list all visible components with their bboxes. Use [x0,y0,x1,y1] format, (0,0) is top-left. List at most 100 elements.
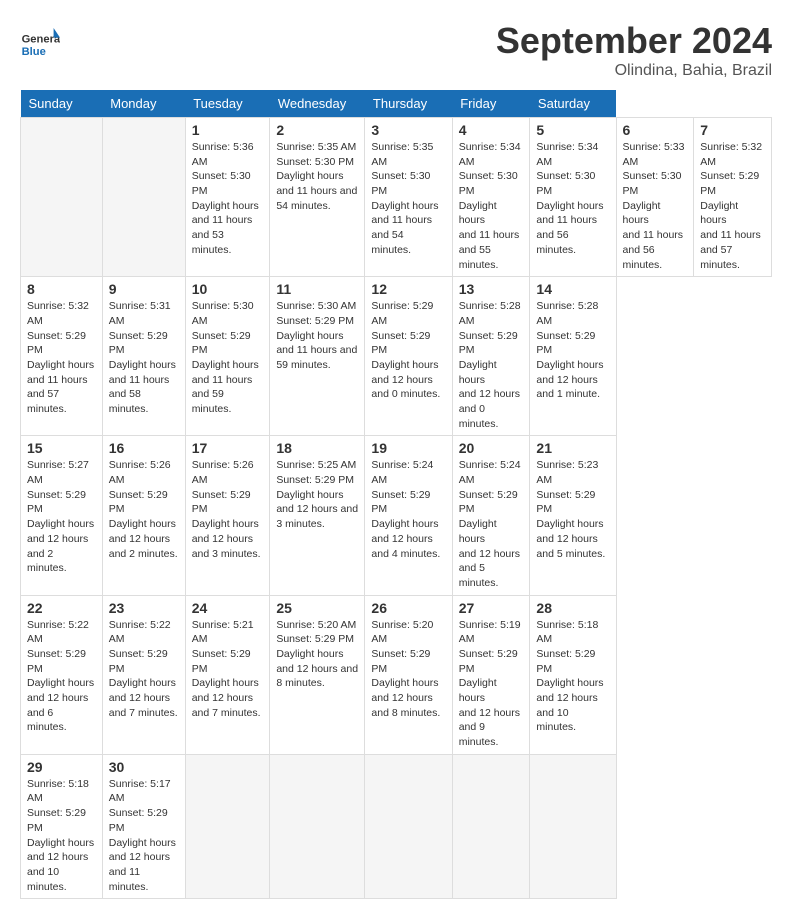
day-number: 19 [371,440,445,456]
cell-content: Sunrise: 5:35 AMSunset: 5:30 PMDaylight … [276,140,358,213]
calendar-cell [452,754,530,899]
calendar-cell: 4 Sunrise: 5:34 AMSunset: 5:30 PMDaylight… [452,118,530,277]
calendar-cell: 18 Sunrise: 5:25 AMSunset: 5:29 PMDayligh… [270,436,365,595]
calendar-cell: 29 Sunrise: 5:18 AMSunset: 5:29 PMDayligh… [21,754,103,899]
calendar-cell: 24 Sunrise: 5:21 AMSunset: 5:29 PMDayligh… [185,595,270,754]
weekday-wednesday: Wednesday [270,90,365,118]
cell-content: Sunrise: 5:18 AMSunset: 5:29 PMDaylight … [27,777,96,895]
cell-content: Sunrise: 5:26 AMSunset: 5:29 PMDaylight … [192,458,264,561]
calendar-cell: 9 Sunrise: 5:31 AMSunset: 5:29 PMDaylight… [102,277,185,436]
cell-content: Sunrise: 5:21 AMSunset: 5:29 PMDaylight … [192,618,264,721]
svg-text:Blue: Blue [22,46,46,58]
day-number: 13 [459,281,524,297]
cell-content: Sunrise: 5:34 AMSunset: 5:30 PMDaylight … [536,140,609,258]
calendar-cell: 15Sunrise: 5:27 AMSunset: 5:29 PMDayligh… [21,436,103,595]
cell-content: Sunrise: 5:20 AMSunset: 5:29 PMDaylight … [276,618,358,691]
day-number: 30 [109,759,179,775]
day-number: 24 [192,600,264,616]
cell-content: Sunrise: 5:28 AMSunset: 5:29 PMDaylight … [536,299,609,402]
logo-icon: General Blue [20,20,60,60]
calendar-week-3: 15Sunrise: 5:27 AMSunset: 5:29 PMDayligh… [21,436,772,595]
calendar-cell: 1Sunrise: 5:36 AMSunset: 5:30 PMDaylight… [185,118,270,277]
title-area: September 2024 Olindina, Bahia, Brazil [496,20,772,80]
month-title: September 2024 [496,20,772,62]
cell-content: Sunrise: 5:26 AMSunset: 5:29 PMDaylight … [109,458,179,561]
day-number: 20 [459,440,524,456]
calendar-cell: 19Sunrise: 5:24 AMSunset: 5:29 PMDayligh… [365,436,452,595]
calendar-cell: 8 Sunrise: 5:32 AMSunset: 5:29 PMDaylight… [21,277,103,436]
day-number: 9 [109,281,179,297]
calendar-week-1: 1Sunrise: 5:36 AMSunset: 5:30 PMDaylight… [21,118,772,277]
calendar-cell: 2 Sunrise: 5:35 AMSunset: 5:30 PMDaylight… [270,118,365,277]
cell-content: Sunrise: 5:29 AMSunset: 5:29 PMDaylight … [371,299,445,402]
cell-content: Sunrise: 5:25 AMSunset: 5:29 PMDaylight … [276,458,358,531]
cell-content: Sunrise: 5:24 AMSunset: 5:29 PMDaylight … [459,458,524,590]
calendar-body: 1Sunrise: 5:36 AMSunset: 5:30 PMDaylight… [21,118,772,899]
weekday-sunday: Sunday [21,90,103,118]
calendar-cell: 5 Sunrise: 5:34 AMSunset: 5:30 PMDaylight… [530,118,616,277]
cell-content: Sunrise: 5:32 AMSunset: 5:29 PMDaylight … [700,140,765,272]
day-number: 22 [27,600,96,616]
calendar-cell: 12 Sunrise: 5:29 AMSunset: 5:29 PMDayligh… [365,277,452,436]
weekday-header-row: SundayMondayTuesdayWednesdayThursdayFrid… [21,90,772,118]
day-number: 2 [276,122,358,138]
calendar-cell: 7 Sunrise: 5:32 AMSunset: 5:29 PMDaylight… [694,118,772,277]
calendar-week-5: 29 Sunrise: 5:18 AMSunset: 5:29 PMDayligh… [21,754,772,899]
day-number: 26 [371,600,445,616]
day-number: 6 [623,122,688,138]
cell-content: Sunrise: 5:23 AMSunset: 5:29 PMDaylight … [536,458,609,561]
day-number: 8 [27,281,96,297]
calendar-cell: 6 Sunrise: 5:33 AMSunset: 5:30 PMDaylight… [616,118,694,277]
cell-content: Sunrise: 5:28 AMSunset: 5:29 PMDaylight … [459,299,524,431]
calendar-table: SundayMondayTuesdayWednesdayThursdayFrid… [20,90,772,899]
calendar-cell: 27Sunrise: 5:19 AMSunset: 5:29 PMDayligh… [452,595,530,754]
calendar-cell [365,754,452,899]
day-number: 3 [371,122,445,138]
day-number: 17 [192,440,264,456]
cell-content: Sunrise: 5:34 AMSunset: 5:30 PMDaylight … [459,140,524,272]
cell-content: Sunrise: 5:32 AMSunset: 5:29 PMDaylight … [27,299,96,417]
calendar-cell: 28 Sunrise: 5:18 AMSunset: 5:29 PMDayligh… [530,595,616,754]
weekday-tuesday: Tuesday [185,90,270,118]
day-number: 4 [459,122,524,138]
day-number: 15 [27,440,96,456]
calendar-cell [530,754,616,899]
day-number: 18 [276,440,358,456]
cell-content: Sunrise: 5:18 AMSunset: 5:29 PMDaylight … [536,618,609,736]
calendar-cell: 30 Sunrise: 5:17 AMSunset: 5:29 PMDayligh… [102,754,185,899]
calendar-cell [102,118,185,277]
day-number: 23 [109,600,179,616]
cell-content: Sunrise: 5:33 AMSunset: 5:30 PMDaylight … [623,140,688,272]
day-number: 21 [536,440,609,456]
calendar-cell: 10Sunrise: 5:30 AMSunset: 5:29 PMDayligh… [185,277,270,436]
calendar-cell: 14Sunrise: 5:28 AMSunset: 5:29 PMDayligh… [530,277,616,436]
weekday-monday: Monday [102,90,185,118]
calendar-cell: 13 Sunrise: 5:28 AMSunset: 5:29 PMDayligh… [452,277,530,436]
calendar-cell: 22 Sunrise: 5:22 AMSunset: 5:29 PMDayligh… [21,595,103,754]
day-number: 12 [371,281,445,297]
day-number: 7 [700,122,765,138]
location-title: Olindina, Bahia, Brazil [496,62,772,80]
day-number: 29 [27,759,96,775]
day-number: 27 [459,600,524,616]
cell-content: Sunrise: 5:30 AMSunset: 5:29 PMDaylight … [192,299,264,417]
cell-content: Sunrise: 5:22 AMSunset: 5:29 PMDaylight … [27,618,96,736]
cell-content: Sunrise: 5:22 AMSunset: 5:29 PMDaylight … [109,618,179,721]
day-number: 11 [276,281,358,297]
calendar-cell: 17 Sunrise: 5:26 AMSunset: 5:29 PMDayligh… [185,436,270,595]
weekday-friday: Friday [452,90,530,118]
calendar-cell: 11 Sunrise: 5:30 AMSunset: 5:29 PMDayligh… [270,277,365,436]
calendar-cell: 26 Sunrise: 5:20 AMSunset: 5:29 PMDayligh… [365,595,452,754]
day-number: 5 [536,122,609,138]
calendar-cell: 20 Sunrise: 5:24 AMSunset: 5:29 PMDayligh… [452,436,530,595]
calendar-cell [185,754,270,899]
calendar-cell: 25 Sunrise: 5:20 AMSunset: 5:29 PMDayligh… [270,595,365,754]
page-header: General Blue September 2024 Olindina, Ba… [20,20,772,80]
logo: General Blue [20,20,60,60]
cell-content: Sunrise: 5:30 AMSunset: 5:29 PMDaylight … [276,299,358,372]
cell-content: Sunrise: 5:31 AMSunset: 5:29 PMDaylight … [109,299,179,417]
cell-content: Sunrise: 5:17 AMSunset: 5:29 PMDaylight … [109,777,179,895]
day-number: 25 [276,600,358,616]
cell-content: Sunrise: 5:20 AMSunset: 5:29 PMDaylight … [371,618,445,721]
day-number: 28 [536,600,609,616]
